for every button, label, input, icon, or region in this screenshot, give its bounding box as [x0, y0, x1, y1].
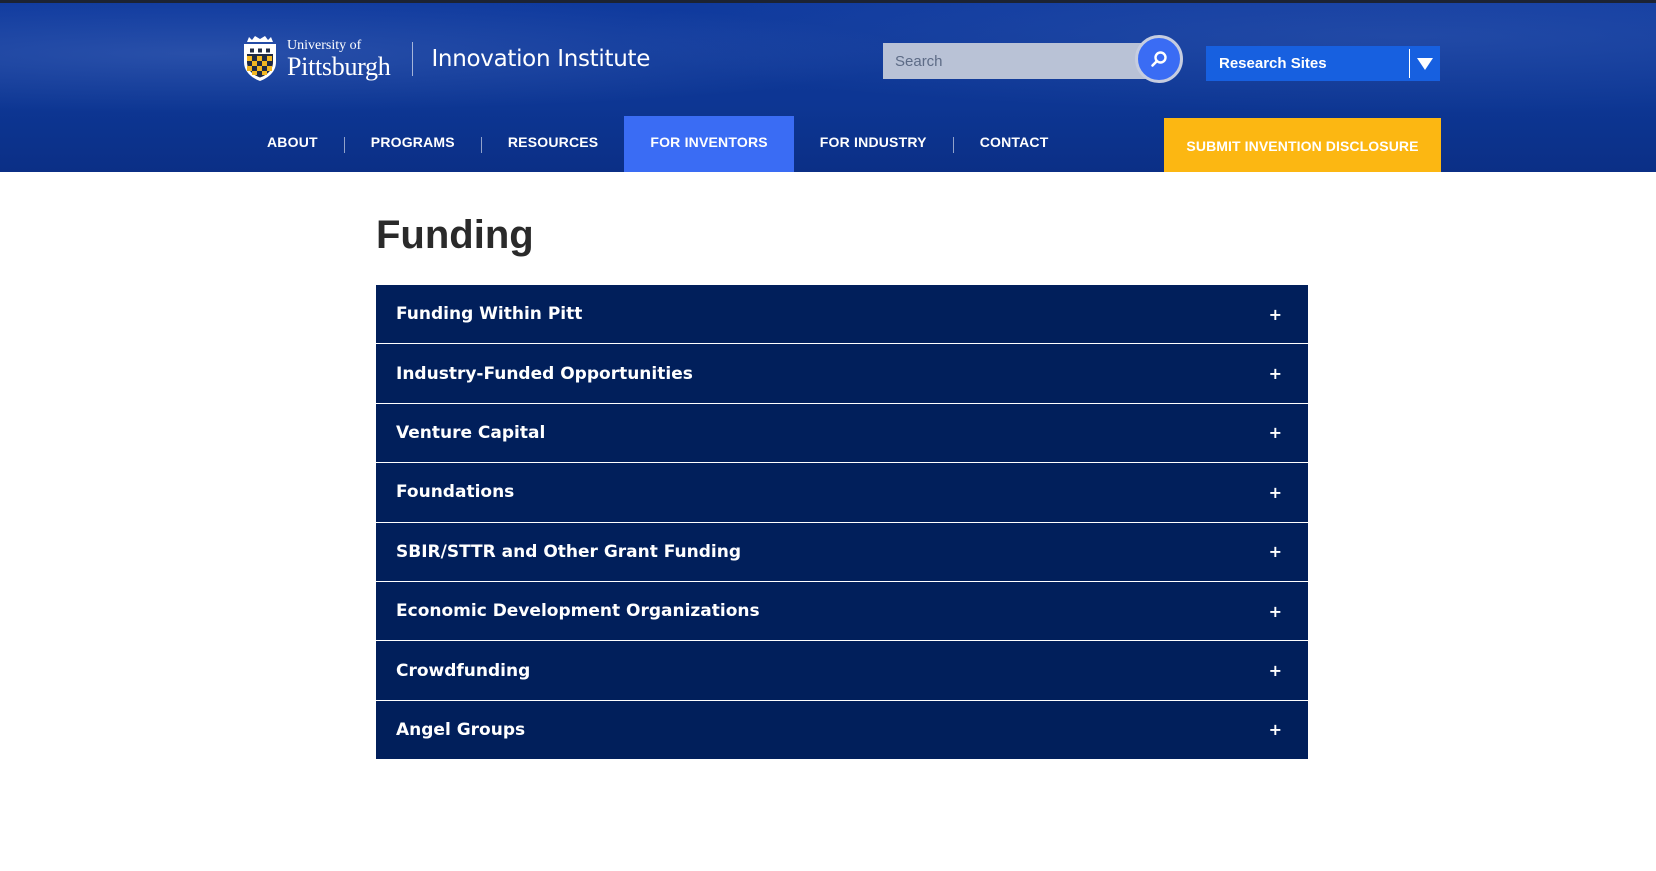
plus-icon: + [1268, 482, 1282, 502]
nav-item-programs[interactable]: PROGRAMS [345, 113, 481, 171]
accordion-item-angel-groups[interactable]: Angel Groups + [376, 700, 1308, 759]
logo-wordmark: University of Pittsburgh [287, 37, 391, 81]
accordion-item-label: Funding Within Pitt [396, 304, 583, 325]
search-form [883, 35, 1183, 83]
accordion-item-label: Venture Capital [396, 422, 546, 443]
accordion-item-economic-development-organizations[interactable]: Economic Development Organizations + [376, 581, 1308, 642]
main-nav: ABOUT PROGRAMS RESOURCES FOR INVENTORS F… [241, 116, 1074, 172]
search-input[interactable] [883, 43, 1153, 79]
accordion-item-label: Industry-Funded Opportunities [396, 363, 693, 384]
search-button[interactable] [1135, 35, 1183, 83]
plus-icon: + [1268, 601, 1282, 621]
page-title: Funding [376, 213, 534, 257]
accordion-item-label: Crowdfunding [396, 660, 531, 681]
logo-university-line: University of [287, 37, 362, 53]
accordion-item-funding-within-pitt[interactable]: Funding Within Pitt + [376, 285, 1308, 345]
accordion-item-venture-capital[interactable]: Venture Capital + [376, 403, 1308, 464]
plus-icon: + [1268, 423, 1282, 443]
site-header: University of Pittsburgh Innovation Inst… [0, 0, 1656, 172]
nav-item-resources[interactable]: RESOURCES [482, 113, 624, 171]
accordion-item-label: Angel Groups [396, 719, 526, 740]
submit-invention-disclosure-button[interactable]: SUBMIT INVENTION DISCLOSURE [1164, 118, 1441, 172]
accordion-item-label: SBIR/STTR and Other Grant Funding [396, 541, 742, 562]
accordion-item-foundations[interactable]: Foundations + [376, 463, 1308, 523]
research-sites-dropdown[interactable]: Research Sites [1206, 46, 1440, 81]
accordion-item-label: Economic Development Organizations [396, 601, 760, 622]
logo-pittsburgh-line: Pittsburgh [287, 51, 391, 81]
plus-icon: + [1268, 542, 1282, 562]
pitt-shield-icon [244, 36, 276, 81]
site-logo[interactable]: University of Pittsburgh Innovation Inst… [241, 33, 650, 85]
plus-icon: + [1268, 304, 1282, 324]
logo-divider [412, 42, 414, 76]
accordion-item-sbir-sttr-grant-funding[interactable]: SBIR/STTR and Other Grant Funding + [376, 522, 1308, 582]
site-name: Innovation Institute [431, 46, 651, 72]
research-sites-label: Research Sites [1219, 55, 1327, 72]
plus-icon: + [1268, 661, 1282, 681]
caret-down-icon [1410, 57, 1440, 70]
accordion-item-label: Foundations [396, 482, 515, 503]
accordion-item-industry-funded-opportunities[interactable]: Industry-Funded Opportunities + [376, 344, 1308, 404]
nav-item-about[interactable]: ABOUT [241, 113, 344, 171]
nav-item-for-industry[interactable]: FOR INDUSTRY [794, 113, 953, 171]
plus-icon: + [1268, 364, 1282, 384]
plus-icon: + [1268, 720, 1282, 740]
accordion-item-crowdfunding[interactable]: Crowdfunding + [376, 641, 1308, 701]
nav-item-for-inventors[interactable]: FOR INVENTORS [624, 116, 794, 172]
search-icon [1151, 51, 1167, 67]
funding-accordion: Funding Within Pitt + Industry-Funded Op… [376, 285, 1308, 759]
nav-item-contact[interactable]: CONTACT [954, 113, 1075, 171]
